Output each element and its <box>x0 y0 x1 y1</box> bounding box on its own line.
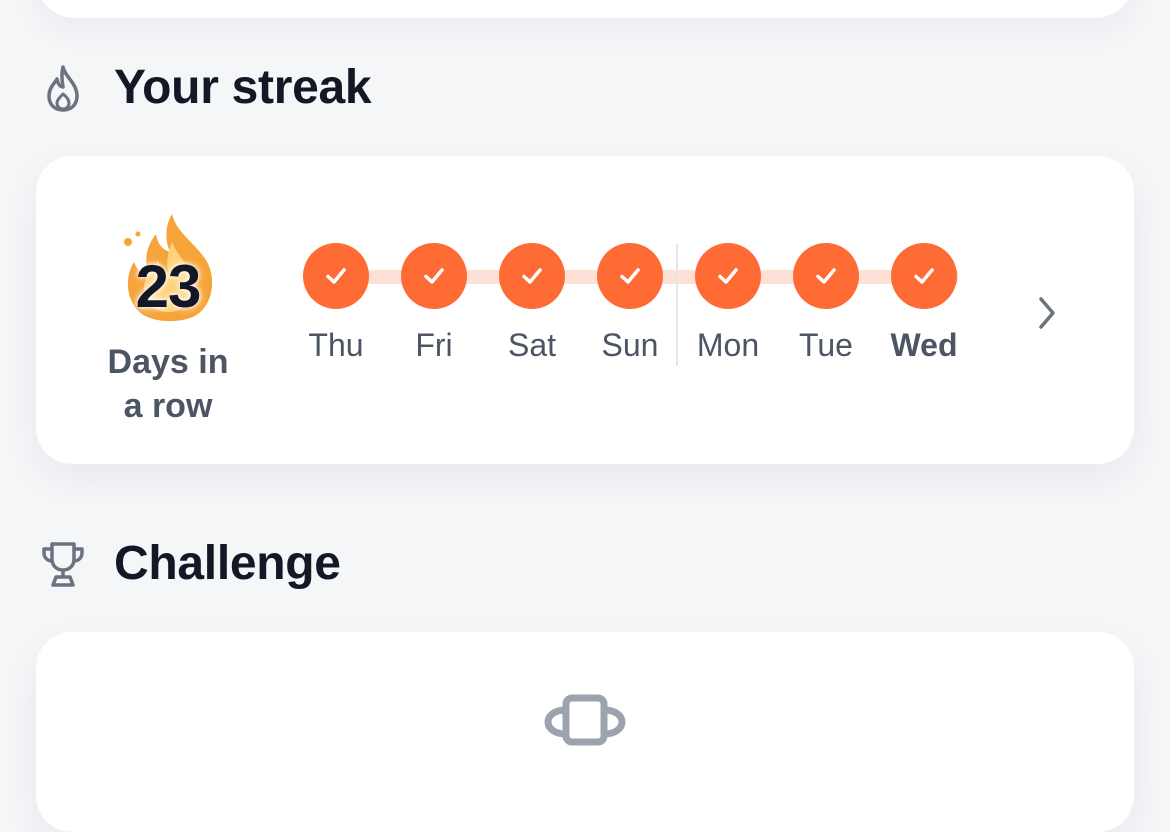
day-item-thu[interactable]: Thu <box>286 243 386 364</box>
check-icon <box>303 243 369 309</box>
flame-outline-icon <box>38 63 88 113</box>
day-label: Sun <box>601 327 659 363</box>
day-label: Wed <box>890 327 958 363</box>
streak-flame: 23 <box>116 212 220 324</box>
streak-card[interactable]: 23 Days in a row Thu Fri Sat Sun Mon Tue… <box>36 156 1134 464</box>
check-icon <box>597 243 663 309</box>
day-item-fri[interactable]: Fri <box>384 243 484 364</box>
previous-card <box>36 0 1134 18</box>
streak-caption-line1: Days in <box>107 343 229 381</box>
check-icon <box>499 243 565 309</box>
day-label: Mon <box>696 327 760 363</box>
streak-section-title: Your streak <box>114 61 372 114</box>
challenge-section-header: Challenge <box>38 536 341 591</box>
check-icon <box>695 243 761 309</box>
streak-caption-line2: a row <box>123 387 213 425</box>
day-label: Tue <box>799 327 853 363</box>
day-item-sat[interactable]: Sat <box>482 243 582 364</box>
day-item-mon[interactable]: Mon <box>678 243 778 364</box>
day-item-wed[interactable]: Wed <box>874 243 974 364</box>
day-item-tue[interactable]: Tue <box>776 243 876 364</box>
day-label: Thu <box>308 327 364 363</box>
dumbbell-icon <box>544 694 626 746</box>
day-item-sun[interactable]: Sun <box>580 243 680 364</box>
day-label: Fri <box>415 327 453 363</box>
streak-section-header: Your streak <box>38 60 372 115</box>
check-icon <box>891 243 957 309</box>
check-icon <box>793 243 859 309</box>
streak-count: 23 <box>135 253 202 320</box>
check-icon <box>401 243 467 309</box>
challenge-card[interactable] <box>36 632 1134 832</box>
streak-caption: Days in a row <box>92 340 244 428</box>
challenge-section-title: Challenge <box>114 537 341 590</box>
day-label: Sat <box>507 327 557 363</box>
chevron-right-icon[interactable] <box>1032 292 1062 334</box>
trophy-outline-icon <box>38 539 88 589</box>
